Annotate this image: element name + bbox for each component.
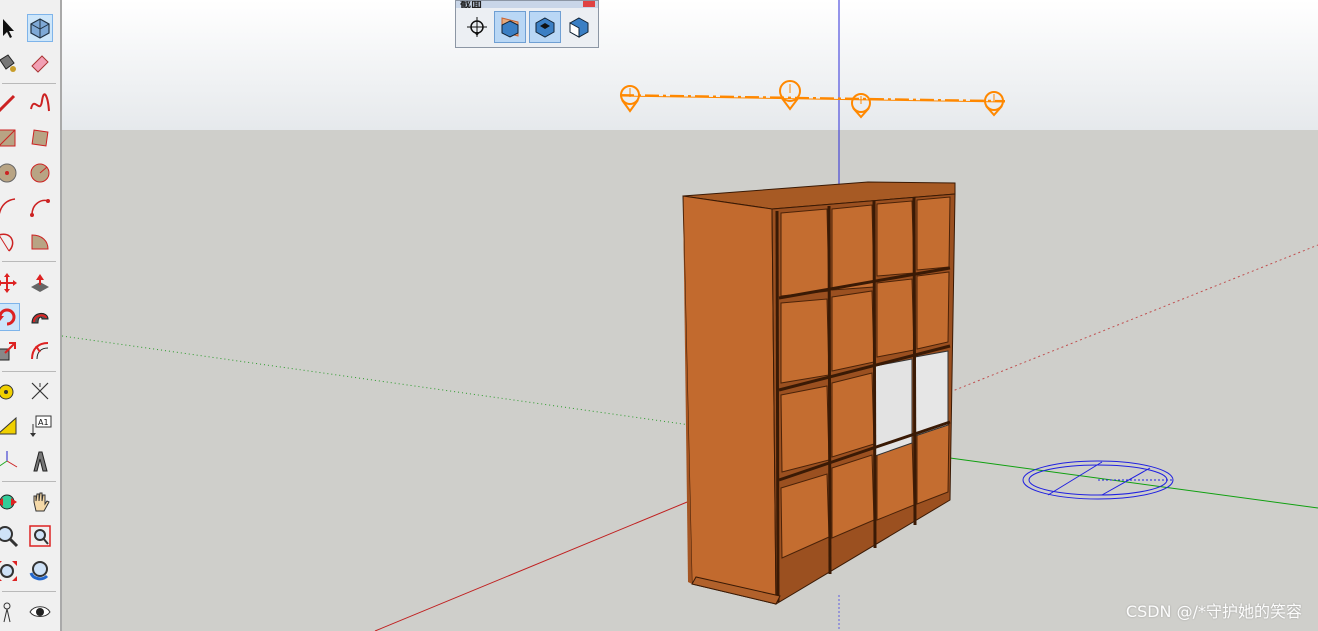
section-toolbar[interactable]: 截面: [455, 0, 599, 48]
section-plane-icon: [779, 80, 801, 111]
toolbar-separator: [2, 371, 56, 372]
toolbar-separator: [2, 591, 56, 592]
pan-hand-icon[interactable]: [27, 488, 53, 516]
display-section-fill-icon[interactable]: [563, 11, 595, 43]
display-section-planes-icon[interactable]: [494, 11, 526, 43]
section-plane-tool-icon[interactable]: [461, 11, 493, 43]
arrow-icon[interactable]: [0, 14, 20, 42]
tape-measure-icon[interactable]: [0, 377, 20, 405]
text-tool-label: A1: [38, 418, 49, 427]
dimension-icon[interactable]: [27, 377, 53, 405]
red-axis-negative: [949, 244, 1318, 393]
scale-icon[interactable]: [0, 337, 20, 365]
section-toolbar-titlebar[interactable]: 截面: [456, 1, 598, 8]
circle-icon[interactable]: [0, 159, 20, 187]
move-icon[interactable]: [0, 269, 20, 297]
offset-icon[interactable]: [27, 337, 53, 365]
left-toolbar: A1: [0, 0, 62, 631]
red-axis: [374, 499, 693, 631]
section-plane-icon: [984, 91, 1004, 117]
push-pull-icon[interactable]: [27, 269, 53, 297]
bookshelf-model[interactable]: [682, 181, 956, 605]
3d-text-icon[interactable]: [27, 447, 53, 475]
section-plane-icon: [851, 93, 871, 119]
freehand-icon[interactable]: [27, 89, 53, 117]
green-axis-negative: [61, 335, 691, 426]
section-plane-markers[interactable]: [619, 80, 1006, 119]
paint-bucket-icon[interactable]: [0, 49, 20, 77]
protractor-icon[interactable]: [0, 412, 20, 440]
green-axis: [949, 457, 1318, 509]
eraser-icon[interactable]: [27, 49, 53, 77]
close-icon[interactable]: [583, 1, 595, 7]
pencil-icon[interactable]: [0, 89, 20, 117]
position-camera-icon[interactable]: [0, 598, 20, 626]
pie-icon[interactable]: [27, 227, 53, 255]
zoom-extents-icon[interactable]: [0, 557, 20, 585]
section-toolbar-title: 截面: [460, 1, 482, 8]
zoom-window-icon[interactable]: [27, 522, 53, 550]
watermark: CSDN @/*守护她的笑容: [1125, 602, 1302, 621]
rotate-icon[interactable]: [0, 303, 20, 331]
toolbar-separator: [2, 261, 56, 262]
rotate-protractor-cursor: [1022, 460, 1174, 500]
zoom-icon[interactable]: [0, 522, 20, 550]
axes-icon[interactable]: [0, 447, 20, 475]
arc-icon[interactable]: [0, 193, 20, 221]
follow-me-icon[interactable]: [27, 303, 53, 331]
orbit-icon[interactable]: [0, 488, 20, 516]
eye-icon[interactable]: [27, 598, 53, 626]
component-icon[interactable]: [27, 14, 53, 42]
two-point-arc-icon[interactable]: [27, 193, 53, 221]
toolbar-separator: [2, 83, 56, 84]
text-icon[interactable]: A1: [27, 412, 53, 440]
toolbar-separator: [2, 481, 56, 482]
rectangle-icon[interactable]: [0, 124, 20, 152]
section-plane-icon: [620, 85, 640, 113]
rotated-rectangle-icon[interactable]: [27, 124, 53, 152]
three-point-arc-icon[interactable]: [0, 227, 20, 255]
display-section-cuts-icon[interactable]: [529, 11, 561, 43]
previous-view-icon[interactable]: [27, 557, 53, 585]
model-viewport[interactable]: [0, 0, 1318, 631]
polygon-icon[interactable]: [27, 159, 53, 187]
